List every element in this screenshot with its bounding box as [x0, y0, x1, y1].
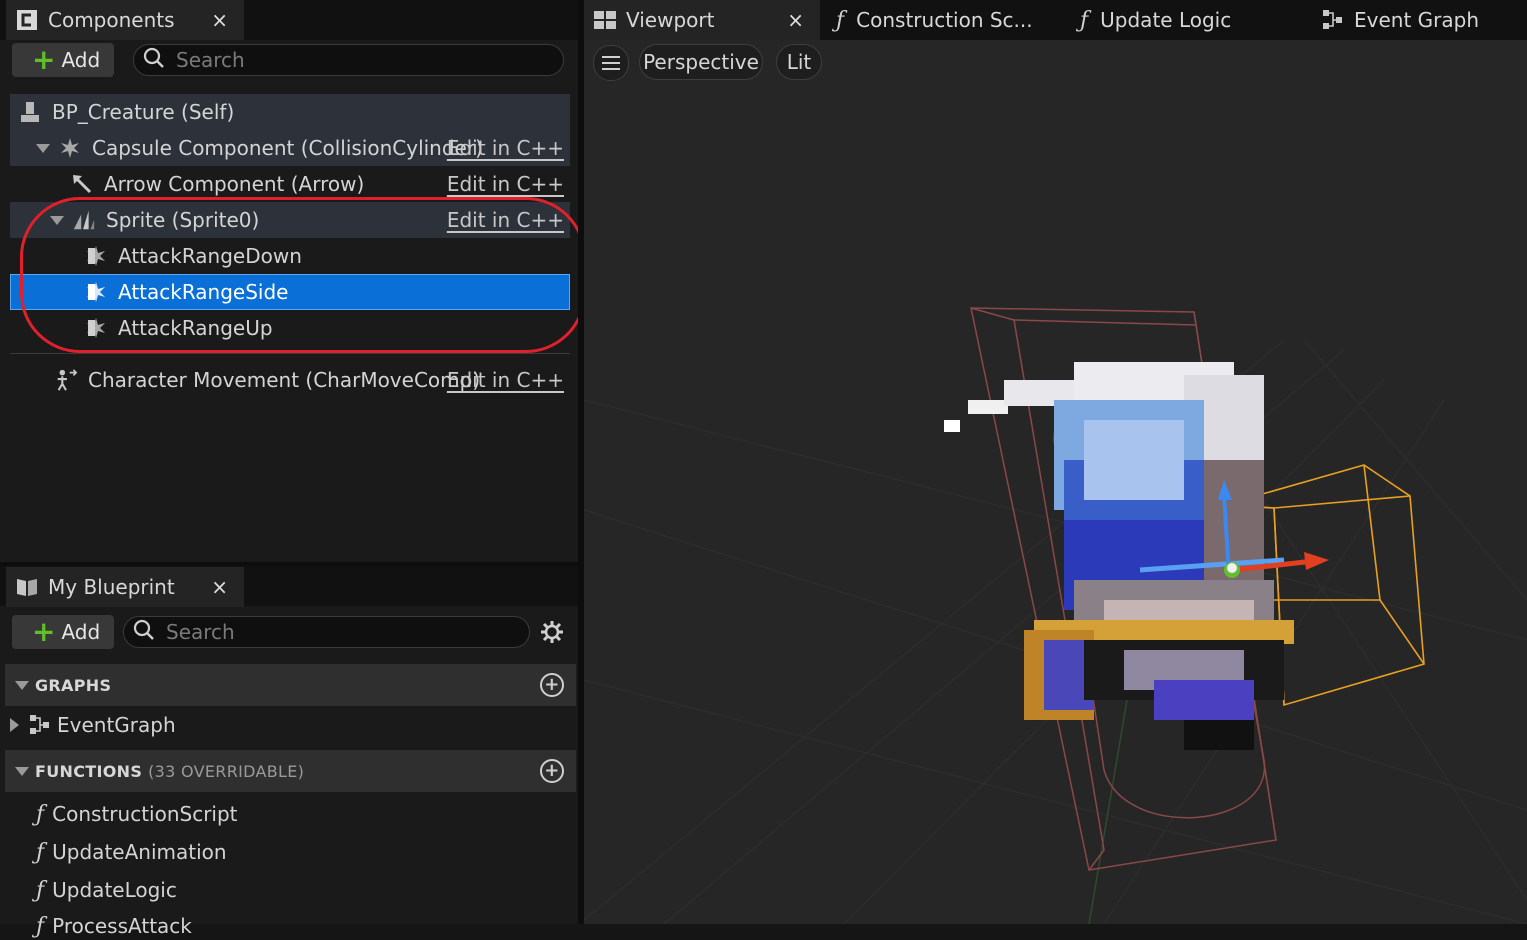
collapse-arrow-icon[interactable] [15, 680, 29, 690]
edit-in-cpp-link[interactable]: Edit in C++ [447, 136, 564, 160]
arrow-component-icon [70, 172, 94, 196]
plus-icon: + [32, 615, 56, 648]
perspective-button[interactable]: Perspective [639, 44, 763, 80]
tree-item-label: Capsule Component (CollisionCylinder) [92, 136, 483, 160]
actor-icon [18, 100, 42, 124]
tab-update-logic[interactable]: ƒ Update Logic [1080, 0, 1300, 40]
lit-label: Lit [786, 50, 812, 74]
search-icon [132, 618, 156, 647]
settings-gear-icon[interactable] [540, 620, 564, 644]
tree-item-label: BP_Creature (Self) [52, 100, 235, 124]
viewport-menu-button[interactable] [593, 45, 629, 81]
my-blueprint-tab[interactable]: My Blueprint × [6, 567, 244, 607]
lit-button[interactable]: Lit [776, 44, 822, 80]
components-add-button[interactable]: + Add [12, 43, 114, 77]
graphs-section-header[interactable]: GRAPHS + [5, 664, 576, 706]
function-icon: ƒ [1080, 7, 1089, 33]
close-icon[interactable]: × [211, 575, 228, 599]
tab-label: Viewport [626, 8, 715, 32]
expand-arrow-icon[interactable] [10, 718, 19, 732]
my-blueprint-search-input[interactable] [164, 619, 486, 645]
close-icon[interactable]: × [211, 8, 228, 32]
function-item-label: UpdateAnimation [52, 840, 227, 864]
functions-count: (33 OVERRIDABLE) [148, 761, 305, 781]
add-function-icon[interactable]: + [540, 759, 564, 783]
tab-label: Event Graph [1354, 8, 1479, 32]
components-search-input[interactable] [174, 47, 515, 73]
perspective-label: Perspective [643, 50, 759, 74]
highlight-annotation [20, 197, 586, 353]
expand-arrow-icon[interactable] [36, 143, 50, 153]
function-item-label: ConstructionScript [52, 802, 238, 826]
tab-event-graph[interactable]: Event Graph [1320, 0, 1520, 40]
viewport-icon [592, 7, 618, 33]
function-item-updateanimation[interactable]: ƒ UpdateAnimation [36, 838, 227, 866]
functions-header-label: FUNCTIONS [35, 761, 143, 781]
function-icon: ƒ [836, 7, 845, 33]
tree-item-character-movement[interactable]: Character Movement (CharMoveComp) Edit i… [10, 362, 570, 398]
collapse-arrow-icon[interactable] [15, 766, 29, 776]
graph-item-label: EventGraph [57, 713, 176, 737]
components-tab-label: Components [48, 8, 175, 32]
graph-item-eventgraph[interactable]: EventGraph [10, 711, 176, 739]
tree-item-self[interactable]: BP_Creature (Self) [10, 94, 570, 130]
add-label: Add [61, 48, 101, 72]
tab-label: Construction Sc... [856, 8, 1033, 32]
capsule-component-icon [58, 136, 82, 160]
tab-viewport[interactable]: Viewport × [584, 0, 820, 40]
tree-item-label: Arrow Component (Arrow) [104, 172, 365, 196]
function-icon: ƒ [36, 839, 45, 865]
tree-item-label: Character Movement (CharMoveComp) [88, 368, 481, 392]
book-icon [14, 574, 40, 600]
my-blueprint-tab-label: My Blueprint [48, 575, 175, 599]
hamburger-icon [602, 56, 620, 70]
event-graph-icon [29, 714, 51, 736]
viewport[interactable] [584, 40, 1527, 924]
add-graph-icon[interactable]: + [540, 673, 564, 697]
components-tab[interactable]: Components × [6, 0, 244, 40]
function-icon: ƒ [36, 877, 45, 903]
tab-label: Update Logic [1100, 8, 1232, 32]
add-label: Add [61, 620, 101, 644]
close-icon[interactable]: × [787, 8, 804, 32]
movement-component-icon [54, 368, 78, 392]
function-item-label: UpdateLogic [52, 878, 177, 902]
blueprint-components-icon [14, 7, 40, 33]
edit-in-cpp-link[interactable]: Edit in C++ [447, 172, 564, 196]
my-blueprint-add-button[interactable]: + Add [12, 615, 114, 649]
tree-item-capsule[interactable]: Capsule Component (CollisionCylinder) Ed… [10, 130, 570, 166]
edit-in-cpp-link[interactable]: Edit in C++ [447, 368, 564, 392]
viewport-scene [584, 307, 1527, 924]
functions-section-header[interactable]: FUNCTIONS (33 OVERRIDABLE) + [5, 750, 576, 792]
function-item-constructionscript[interactable]: ƒ ConstructionScript [36, 800, 238, 828]
creature-sprite [944, 362, 1294, 750]
construction-function-icon: ƒ [36, 801, 45, 827]
tab-construction-script[interactable]: ƒ Construction Sc... [836, 0, 1066, 40]
tree-divider [10, 353, 570, 354]
my-blueprint-search[interactable] [123, 616, 530, 648]
plus-icon: + [32, 43, 56, 76]
graphs-header-label: GRAPHS [35, 675, 112, 695]
components-search[interactable] [133, 44, 564, 76]
function-item-updatelogic[interactable]: ƒ UpdateLogic [36, 876, 177, 904]
function-item-processattack[interactable]: ƒ ProcessAttack [36, 912, 192, 940]
graph-icon [1320, 7, 1346, 33]
search-icon [142, 46, 166, 75]
function-icon: ƒ [36, 913, 45, 939]
function-item-label: ProcessAttack [52, 914, 192, 938]
